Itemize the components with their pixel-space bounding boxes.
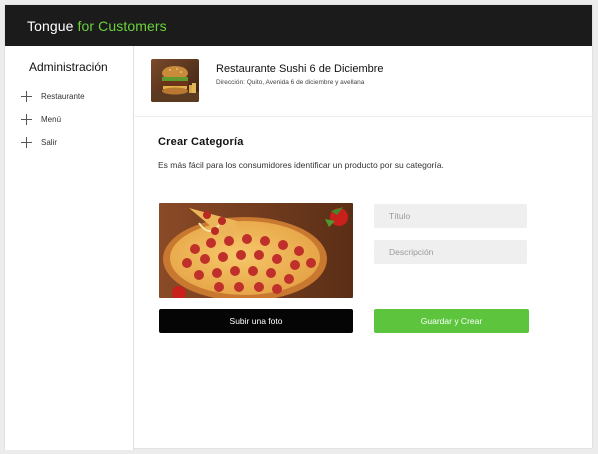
sidebar-item-menu[interactable]: Menú	[21, 111, 121, 127]
sidebar-item-label: Restaurante	[41, 91, 85, 101]
page-title: Crear Categoría	[158, 136, 244, 148]
plus-icon	[21, 113, 32, 125]
upload-photo-button[interactable]: Subir una foto	[159, 309, 353, 333]
sidebar-item-label: Menú	[41, 114, 62, 124]
category-photo	[159, 203, 353, 298]
restaurant-thumbnail	[151, 59, 199, 102]
save-and-create-button[interactable]: Guardar y Crear	[374, 309, 529, 333]
app-window: Tongue for Customers Administración Rest…	[4, 4, 594, 450]
sidebar: Administración Restaurante Menú Salir	[5, 46, 134, 450]
description-input[interactable]	[374, 240, 527, 264]
title-input[interactable]	[374, 204, 527, 228]
sidebar-item-label: Salir	[41, 137, 58, 147]
brand-logo[interactable]: Tongue for Customers	[27, 18, 167, 34]
brand-name: Tongue	[27, 18, 74, 34]
top-bar: Tongue for Customers	[5, 5, 592, 46]
page-subtitle: Es más fácil para los consumidores ident…	[158, 160, 444, 170]
restaurant-name: Restaurante Sushi 6 de Diciembre	[216, 63, 384, 75]
sidebar-title: Administración	[29, 60, 108, 74]
sidebar-item-restaurante[interactable]: Restaurante	[21, 88, 121, 104]
plus-icon	[21, 136, 32, 148]
sidebar-item-salir[interactable]: Salir	[21, 134, 121, 150]
plus-icon	[21, 90, 32, 102]
brand-accent: for Customers	[77, 18, 167, 34]
restaurant-header: Restaurante Sushi 6 de Diciembre Direcci…	[135, 46, 594, 117]
main-content: Restaurante Sushi 6 de Diciembre Direcci…	[135, 46, 594, 450]
restaurant-address: Dirección: Quito, Avenida 6 de diciembre…	[216, 79, 365, 86]
